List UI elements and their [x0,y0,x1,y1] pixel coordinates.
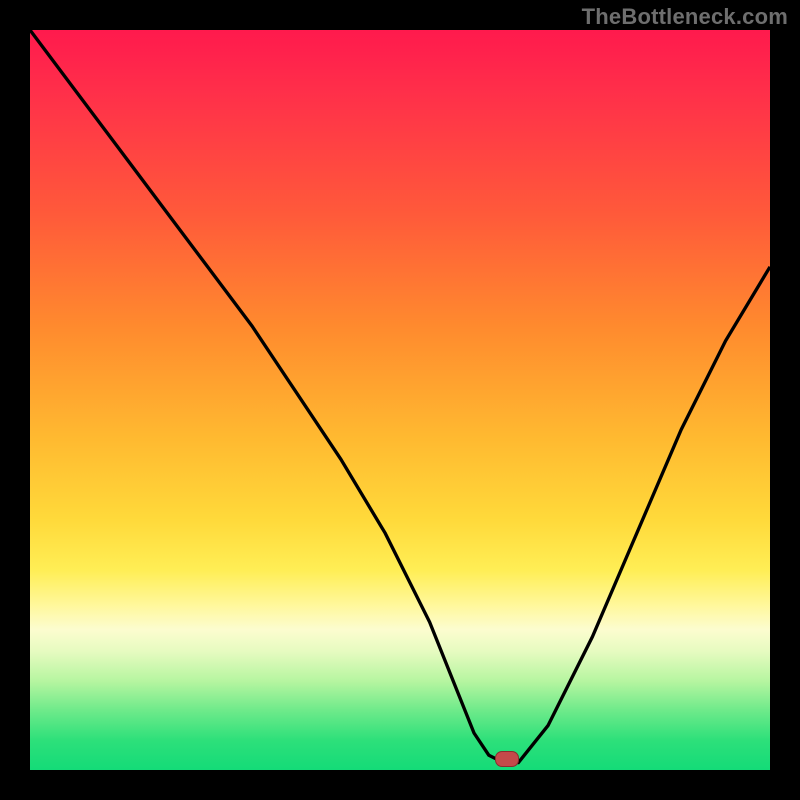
curve-svg [30,30,770,770]
chart-frame: TheBottleneck.com [0,0,800,800]
bottleneck-curve-path [30,30,770,763]
plot-area [30,30,770,770]
minimum-marker [495,751,519,767]
watermark-text: TheBottleneck.com [582,4,788,30]
